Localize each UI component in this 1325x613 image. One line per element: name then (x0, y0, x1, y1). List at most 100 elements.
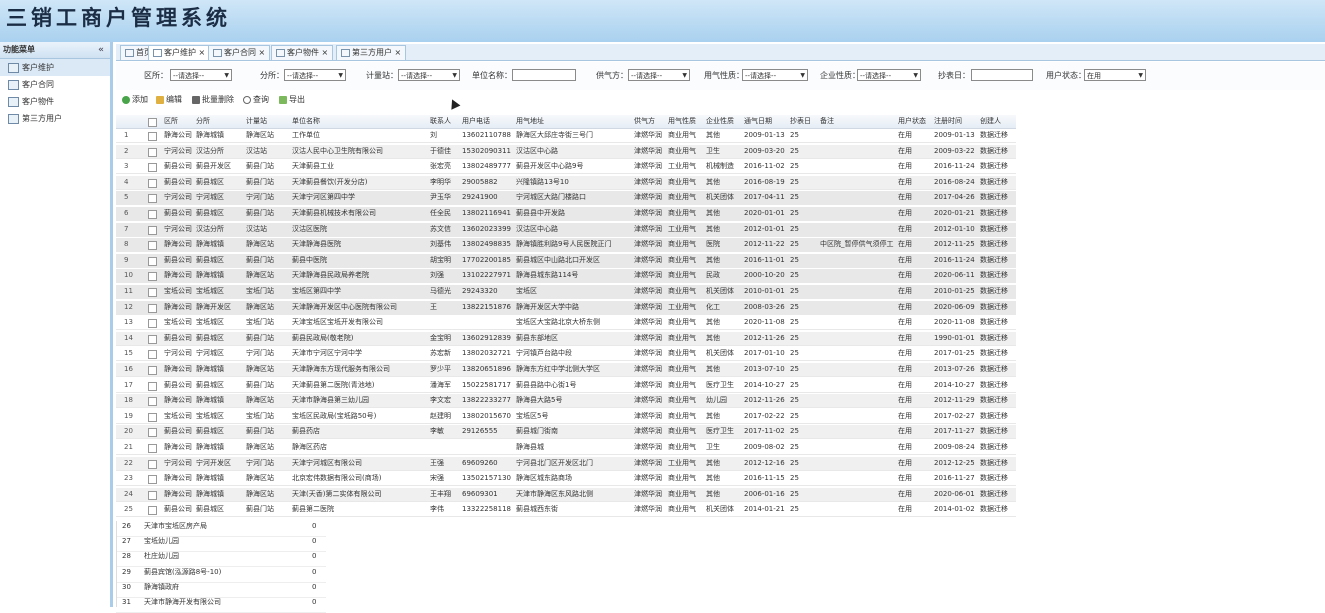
table-row[interactable]: 2 宁河公司 汉沽分所 汉沽站 汉沽人民中心卫生院有限公司 于德佳 15302090311 汉… (116, 144, 1016, 159)
table-row[interactable]: 5 宁河公司 宁河城区 宁河门站 天津宁河区第四中学 尹玉华 29241900 宁河城区大路门… (116, 191, 1016, 206)
row-checkbox[interactable] (148, 444, 157, 453)
station-select[interactable]: --请选择-- ▼ (398, 69, 460, 81)
branch-select[interactable]: --请选择-- ▼ (284, 69, 346, 81)
batch-delete-button[interactable]: 批量删除 (192, 94, 234, 105)
table-row[interactable]: 12 静海公司 静海开发区 静海区站 天津静海开发区中心医院有限公司 王 138221518… (116, 300, 1016, 315)
row-checkbox[interactable] (148, 147, 157, 157)
table-row[interactable]: 20 蓟县公司 蓟县城区 蓟县门站 蓟县药店 李敏 29126555 蓟县城门街南 津燃华润 商业… (116, 425, 1016, 440)
column-header[interactable]: 用户电话 (462, 115, 516, 128)
add-icon (122, 95, 130, 104)
select-all-checkbox[interactable] (148, 118, 157, 127)
sidebar-item[interactable]: 客户合同 (0, 76, 110, 93)
tab[interactable]: 客户维护 × (148, 45, 211, 60)
row-checkbox[interactable] (148, 288, 157, 297)
row-checkbox[interactable] (148, 241, 157, 251)
row-checkbox[interactable] (148, 194, 157, 204)
row-checkbox[interactable] (148, 412, 157, 422)
row-checkbox[interactable] (148, 225, 157, 235)
column-header[interactable]: 区所 (164, 115, 196, 128)
table-cell: 在用 (898, 240, 912, 249)
column-header[interactable]: 企业性质 (706, 115, 744, 128)
row-checkbox[interactable] (148, 366, 157, 375)
row-checkbox[interactable] (148, 459, 157, 469)
table-row[interactable]: 3 蓟县公司 蓟县开发区 蓟县门站 天津蓟县工业 张宏亮 13802489777 蓟县开发区中… (116, 160, 1016, 175)
sidebar-item[interactable]: 客户维护 (0, 59, 110, 76)
table-cell: 数据迁移 (980, 146, 1008, 155)
table-row[interactable]: 16 静海公司 静海城镇 静海区站 天津静海东方现代服务有限公司 罗少平 138206518… (116, 363, 1016, 377)
row-checkbox[interactable] (148, 428, 157, 438)
table-row[interactable]: 22 宁河公司 宁河开发区 宁河门站 天津宁河城区有限公司 王强 69609260 宁河县北门… (116, 456, 1016, 471)
row-checkbox[interactable] (148, 506, 157, 516)
row-checkbox[interactable] (148, 178, 157, 188)
sidebar-item[interactable]: 客户物件 (0, 93, 110, 110)
column-header[interactable]: 创建人 (980, 115, 1020, 128)
edit-button[interactable]: 编辑 (156, 94, 182, 105)
row-checkbox[interactable] (148, 350, 157, 360)
column-header[interactable]: 用气地址 (516, 115, 634, 128)
table-row[interactable]: 11 宝坻公司 宝坻城区 宝坻门站 宝坻区第四中学 马德光 29243320 宝坻区 津燃华润商… (116, 285, 1016, 299)
table-row[interactable]: 18 静海公司 静海城镇 静海区站 天津市静海县第三幼儿园 李文宏 13822233277 静… (116, 394, 1016, 409)
table-row[interactable]: 13 宝坻公司 宝坻城区 宝坻门站 天津宝坻区宝坻开发有限公司 宝坻区大宝路北京大桥东侧 津… (116, 316, 1016, 331)
column-header[interactable]: 注册时间 (934, 115, 980, 128)
table-row[interactable]: 25 蓟县公司 蓟县城区 蓟县门站 蓟县第二医院 李伟 13322258118 蓟县城西东街 津… (116, 503, 1016, 518)
row-checkbox[interactable] (148, 272, 157, 282)
supply-select[interactable]: --请选择-- ▼ (628, 69, 690, 81)
sidebar-item[interactable]: 第三方用户 (0, 110, 110, 127)
row-checkbox[interactable] (148, 319, 157, 329)
tab[interactable]: 客户合同 × (208, 45, 271, 60)
export-button[interactable]: 导出 (279, 94, 305, 105)
table-row[interactable]: 17 蓟县公司 蓟县城区 蓟县门站 天津蓟县第二医院(青池地) 潘海军 1502258171… (116, 379, 1016, 393)
row-checkbox[interactable] (148, 490, 157, 500)
row-checkbox[interactable] (148, 163, 157, 173)
table-cell: 津燃华润 (634, 209, 662, 217)
branch-select-value: --请选择-- (287, 72, 319, 80)
tab[interactable]: 第三方用户 × (336, 45, 407, 60)
table-row[interactable]: 7 宁河公司 汉沽分所 汉沽站 汉沽区医院 苏文信 13602023399 汉沽区中心路 津燃华… (116, 222, 1016, 237)
column-header[interactable]: 用户状态 (898, 115, 934, 128)
table-cell: 商业用气 (668, 255, 696, 264)
table-row[interactable]: 10 静海公司 静海城镇 静海区站 天津静海县民政局养老院 刘强 13102227971 静海… (116, 269, 1016, 284)
table-row[interactable]: 14 蓟县公司 蓟县城区 蓟县门站 蓟县民政局(敬老院) 金宝明 13602912839 蓟县… (116, 331, 1016, 346)
table-row[interactable]: 4 蓟县公司 蓟县城区 蓟县门站 天津蓟县餐饮(开发分店) 李明华 29005882 兴隆镇路… (116, 175, 1016, 190)
status-select[interactable]: 在用 ▼ (1084, 69, 1146, 81)
table-cell: 静海城镇 (196, 396, 224, 405)
dept-select[interactable]: --请选择-- ▼ (170, 69, 232, 81)
column-header[interactable]: 抄表日 (790, 115, 820, 128)
table-cell: 2020-01-21 (934, 209, 975, 217)
row-checkbox[interactable] (148, 397, 157, 407)
table-row[interactable]: 15 宁河公司 宁河城区 宁河门站 天津市宁河区宁河中学 苏宏新 13802032721 宁河… (116, 347, 1016, 362)
row-checkbox[interactable] (148, 334, 157, 344)
row-checkbox[interactable] (148, 210, 157, 219)
column-header[interactable]: 计量站 (246, 115, 292, 128)
table-row[interactable]: 21 静海公司 静海城镇 静海区站 静海区药店 静海县城 津燃华润 商业用气 卫生 2009-08… (116, 441, 1016, 455)
column-header[interactable]: 备注 (820, 115, 898, 128)
column-header[interactable]: 单位名称 (292, 115, 430, 128)
tab[interactable]: 客户物件 × (271, 45, 334, 60)
row-checkbox[interactable] (148, 256, 157, 266)
table-row[interactable]: 8 静海公司 静海城镇 静海区站 天津静海县医院 刘基伟 13802498835 静海镇胜利路… (116, 238, 1016, 253)
unit-input[interactable] (512, 69, 576, 81)
readday-input[interactable] (971, 69, 1033, 81)
table-cell: 商业用气 (668, 271, 696, 280)
table-row[interactable]: 23 静海公司 静海城镇 静海区站 北京宏伟数据有限公司(商场) 宋强 1350215713… (116, 472, 1016, 487)
table-row[interactable]: 9 蓟县公司 蓟县城区 蓟县门站 蓟县中医院 胡宝明 17702200185 蓟县城区中山路北… (116, 253, 1016, 268)
table-row[interactable]: 6 蓟县公司 蓟县城区 蓟县门站 天津蓟县机械技术有限公司 任全民 13802116941 蓟… (116, 207, 1016, 221)
column-header[interactable]: 用气性质 (668, 115, 706, 128)
table-row[interactable]: 19 宝坻公司 宝坻城区 宝坻门站 宝坻区民政局(宝坻路50号) 赵建明 138020156… (116, 410, 1016, 424)
add-button[interactable]: 添加 (122, 94, 148, 105)
table-row[interactable]: 24 静海公司 静海城镇 静海区站 天津(天香)第二实体有限公司 王丰翔 69609301 天… (116, 487, 1016, 502)
bizprop-select[interactable]: --请选择-- ▼ (857, 69, 921, 81)
column-header[interactable]: 联系人 (430, 115, 462, 128)
column-header[interactable]: 分所 (196, 115, 246, 128)
column-header[interactable]: 通气日期 (744, 115, 790, 128)
collapse-icon[interactable]: « (98, 42, 104, 58)
row-checkbox[interactable] (148, 381, 157, 391)
row-checkbox[interactable] (148, 475, 157, 485)
row-checkbox[interactable] (148, 303, 157, 313)
column-header[interactable]: 供气方 (634, 115, 668, 128)
table-row[interactable]: 1 静海公司 静海城镇 静海区站 工作单位 刘 13602110788 静海区大邱庄寺街三号门… (116, 129, 1016, 143)
usetype-select[interactable]: --请选择-- ▼ (742, 69, 808, 81)
supply-label: 供气方： (596, 71, 628, 80)
row-checkbox[interactable] (148, 132, 157, 141)
query-button[interactable]: 查询 (243, 94, 269, 105)
